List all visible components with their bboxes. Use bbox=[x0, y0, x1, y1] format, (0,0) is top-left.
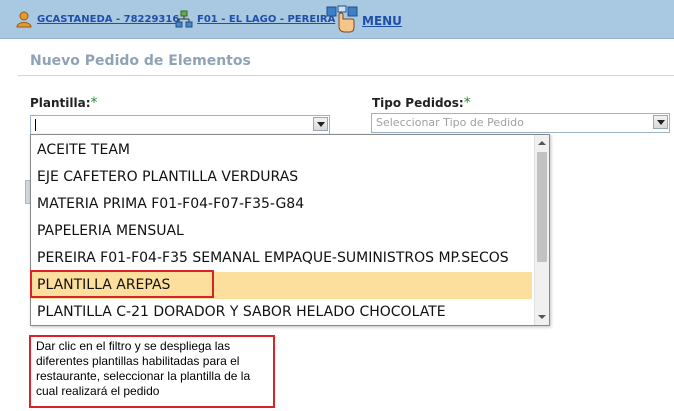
scroll-down-icon[interactable] bbox=[538, 315, 546, 319]
dropdown-option[interactable]: PEREIRA F01-F04-F35 SEMANAL EMPAQUE-SUMI… bbox=[32, 245, 532, 272]
tipo-pedidos-select[interactable]: Seleccionar Tipo de Pedido bbox=[371, 113, 670, 133]
dropdown-option[interactable]: MATERIA PRIMA F01-F04-F07-F35-G84 bbox=[32, 191, 532, 218]
tipo-pedidos-label: Tipo Pedidos:* bbox=[372, 95, 471, 111]
plantilla-select[interactable] bbox=[30, 115, 330, 135]
plantilla-dropdown-arrow-icon[interactable] bbox=[313, 117, 328, 131]
dropdown-option[interactable]: PLANTILLA C-21 DORADOR Y SABOR HELADO CH… bbox=[32, 299, 532, 325]
scroll-thumb[interactable] bbox=[537, 152, 547, 262]
highlight-box bbox=[30, 270, 214, 298]
text-cursor bbox=[35, 119, 36, 131]
dropdown-option[interactable]: PAPELERIA MENSUAL bbox=[32, 218, 532, 245]
user-icon bbox=[15, 10, 33, 32]
dropdown-scrollbar[interactable] bbox=[534, 135, 549, 325]
dropdown-option[interactable]: ACEITE TEAM bbox=[32, 137, 532, 164]
instruction-note: Dar clic en el filtro y se despliega las… bbox=[29, 335, 275, 408]
dropdown-option[interactable]: EJE CAFETERO PLANTILLA VERDURAS bbox=[32, 164, 532, 191]
branch-icon bbox=[175, 10, 193, 32]
tipo-pedidos-placeholder: Seleccionar Tipo de Pedido bbox=[376, 116, 524, 129]
required-marker: * bbox=[463, 95, 471, 111]
plantilla-label: Plantilla:* bbox=[30, 95, 98, 111]
scroll-up-icon[interactable] bbox=[538, 141, 546, 145]
plantilla-label-text: Plantilla: bbox=[30, 96, 91, 110]
menu-link[interactable]: MENU bbox=[362, 14, 402, 28]
title-divider bbox=[18, 75, 674, 76]
required-marker: * bbox=[90, 95, 98, 111]
tipo-pedidos-dropdown-arrow-icon[interactable] bbox=[653, 115, 668, 129]
branch-link[interactable]: F01 - EL LAGO - PEREIRA bbox=[197, 14, 335, 25]
user-link[interactable]: GCASTANEDA - 78229316 bbox=[37, 14, 179, 25]
page-title: Nuevo Pedido de Elementos bbox=[30, 53, 251, 69]
top-bar: GCASTANEDA - 78229316 F01 - EL LAGO - PE… bbox=[0, 0, 674, 39]
menu-hand-icon[interactable] bbox=[326, 5, 360, 39]
tipo-pedidos-label-text: Tipo Pedidos: bbox=[372, 96, 464, 110]
